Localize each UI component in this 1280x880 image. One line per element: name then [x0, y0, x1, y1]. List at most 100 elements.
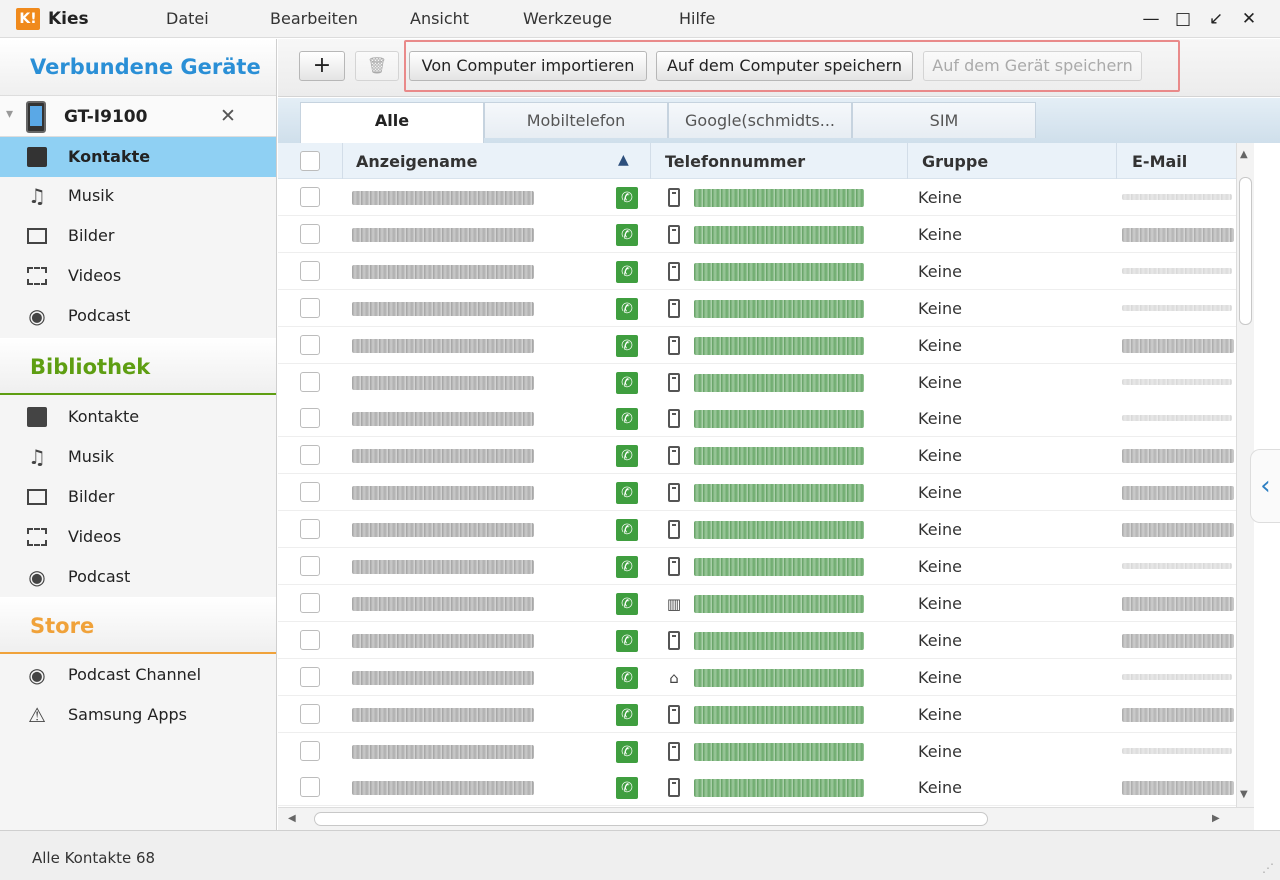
call-icon[interactable]: ✆ [616, 187, 638, 209]
menu-datei[interactable]: Datei [166, 9, 209, 28]
table-row[interactable]: ✆ Keine [278, 474, 1236, 512]
table-row[interactable]: ✆ ⌂ Keine [278, 658, 1236, 696]
row-checkbox[interactable] [300, 556, 320, 576]
vertical-scroll-thumb[interactable] [1239, 177, 1252, 325]
row-checkbox[interactable] [300, 666, 320, 687]
scroll-down-icon[interactable]: ▼ [1240, 789, 1248, 800]
table-row[interactable]: ✆ Keine [278, 548, 1236, 585]
horizontal-scrollbar[interactable]: ◀ ▶ [278, 807, 1254, 830]
call-icon[interactable]: ✆ [616, 334, 638, 357]
row-checkbox[interactable] [300, 334, 320, 355]
column-header-phone[interactable]: Telefonnummer [665, 152, 805, 171]
sidebar-item-library-kontakte[interactable]: Kontakte [0, 397, 276, 437]
call-icon[interactable]: ✆ [616, 629, 638, 652]
menu-werkzeuge[interactable]: Werkzeuge [523, 9, 612, 28]
call-icon[interactable]: ✆ [616, 519, 638, 542]
call-icon[interactable]: ✆ [616, 371, 638, 394]
menu-hilfe[interactable]: Hilfe [679, 9, 715, 28]
disconnect-device-icon[interactable]: ✕ [220, 105, 236, 127]
column-header-group[interactable]: Gruppe [922, 152, 988, 171]
restore-icon[interactable]: ↙ [1205, 9, 1227, 29]
call-icon[interactable]: ✆ [616, 408, 638, 431]
call-icon[interactable]: ✆ [616, 556, 638, 578]
call-icon[interactable]: ✆ [616, 777, 638, 800]
row-checkbox[interactable] [300, 223, 320, 244]
table-row[interactable]: ✆ Keine [278, 252, 1236, 290]
menu-ansicht[interactable]: Ansicht [410, 9, 469, 28]
table-row[interactable]: ✆ Keine [278, 732, 1236, 770]
sidebar-item-device-bilder[interactable]: Bilder [0, 216, 276, 256]
expand-arrow-icon[interactable]: ▾ [6, 106, 13, 122]
tab-google[interactable]: Google(schmidts... [668, 102, 852, 138]
row-checkbox[interactable] [300, 703, 320, 724]
row-checkbox[interactable] [300, 519, 320, 540]
table-row[interactable]: ✆ Keine [278, 289, 1236, 327]
collapse-panel-icon[interactable]: ‹ [1250, 449, 1280, 523]
call-icon[interactable]: ✆ [616, 482, 638, 505]
sidebar-item-library-bilder[interactable]: Bilder [0, 477, 276, 517]
sidebar-item-podcast-channel[interactable]: ◉ Podcast Channel [0, 655, 276, 695]
scroll-right-icon[interactable]: ▶ [1212, 813, 1220, 824]
scroll-left-icon[interactable]: ◀ [288, 813, 296, 824]
sidebar-item-device-videos[interactable]: Videos [0, 256, 276, 296]
horizontal-scroll-thumb[interactable] [314, 812, 988, 826]
minimize-icon[interactable]: — [1140, 9, 1162, 29]
table-row[interactable]: ✆ Keine [278, 215, 1236, 253]
row-checkbox[interactable] [300, 187, 320, 207]
maximize-icon[interactable]: □ [1172, 9, 1194, 29]
row-checkbox[interactable] [300, 592, 320, 613]
row-checkbox[interactable] [300, 629, 320, 650]
add-contact-button[interactable]: + [299, 51, 345, 81]
column-header-email[interactable]: E-Mail [1132, 152, 1187, 171]
table-row[interactable]: ✆ ▥ Keine [278, 584, 1236, 622]
sidebar-item-library-podcast[interactable]: ◉ Podcast [0, 557, 276, 597]
table-row[interactable]: ✆ Keine [278, 695, 1236, 733]
select-all-checkbox[interactable] [300, 151, 320, 171]
sort-ascending-icon[interactable]: ▲ [618, 152, 629, 168]
row-checkbox[interactable] [300, 371, 320, 392]
call-icon[interactable]: ✆ [616, 703, 638, 726]
table-row[interactable]: ✆ Keine [278, 621, 1236, 659]
delete-contact-button[interactable]: 🗑 [355, 51, 399, 81]
resize-grip-icon[interactable]: ⋰ [1262, 861, 1274, 875]
table-row[interactable]: ✆ Keine [278, 326, 1236, 364]
call-icon[interactable]: ✆ [616, 740, 638, 763]
save-to-device-button[interactable]: Auf dem Gerät speichern [923, 51, 1142, 81]
scroll-up-icon[interactable]: ▲ [1240, 149, 1248, 160]
sidebar-item-device-musik[interactable]: ♫ Musik [0, 176, 276, 216]
tab-alle[interactable]: Alle [300, 102, 484, 143]
table-row[interactable]: ✆ Keine [278, 437, 1236, 475]
sidebar-item-library-musik[interactable]: ♫ Musik [0, 437, 276, 477]
sidebar-item-samsung-apps[interactable]: ⚠ Samsung Apps [0, 695, 276, 735]
sidebar-item-device-podcast[interactable]: ◉ Podcast [0, 296, 276, 336]
call-icon[interactable]: ✆ [616, 260, 638, 283]
sidebar-item-library-videos[interactable]: Videos [0, 517, 276, 557]
close-icon[interactable]: ✕ [1238, 9, 1260, 29]
call-icon[interactable]: ✆ [616, 666, 638, 689]
row-checkbox[interactable] [300, 408, 320, 429]
import-from-computer-button[interactable]: Von Computer importieren [409, 51, 647, 81]
row-checkbox[interactable] [300, 445, 320, 466]
tab-mobiltelefon[interactable]: Mobiltelefon [484, 102, 668, 138]
call-icon[interactable]: ✆ [616, 223, 638, 246]
table-row[interactable]: ✆ Keine [278, 511, 1236, 549]
row-checkbox[interactable] [300, 482, 320, 503]
row-checkbox[interactable] [300, 740, 320, 761]
main-panel: + 🗑 Von Computer importieren Auf dem Com… [278, 39, 1280, 830]
tab-sim[interactable]: SIM [852, 102, 1036, 138]
row-checkbox[interactable] [300, 777, 320, 798]
save-to-computer-button[interactable]: Auf dem Computer speichern [656, 51, 913, 81]
table-row[interactable]: ✆ Keine [278, 363, 1236, 401]
row-checkbox[interactable] [300, 297, 320, 318]
row-checkbox[interactable] [300, 260, 320, 281]
table-row[interactable]: ✆ Keine [278, 769, 1236, 807]
call-icon[interactable]: ✆ [616, 445, 638, 468]
sidebar-item-device-kontakte[interactable]: Kontakte [0, 137, 276, 177]
call-icon[interactable]: ✆ [616, 592, 638, 615]
menu-bearbeiten[interactable]: Bearbeiten [270, 9, 358, 28]
column-header-name[interactable]: Anzeigename [356, 152, 477, 171]
device-entry[interactable]: ▾ GT-I9100 ✕ [0, 95, 276, 137]
call-icon[interactable]: ✆ [616, 297, 638, 320]
table-row[interactable]: ✆ Keine [278, 179, 1236, 216]
table-row[interactable]: ✆ Keine [278, 400, 1236, 438]
